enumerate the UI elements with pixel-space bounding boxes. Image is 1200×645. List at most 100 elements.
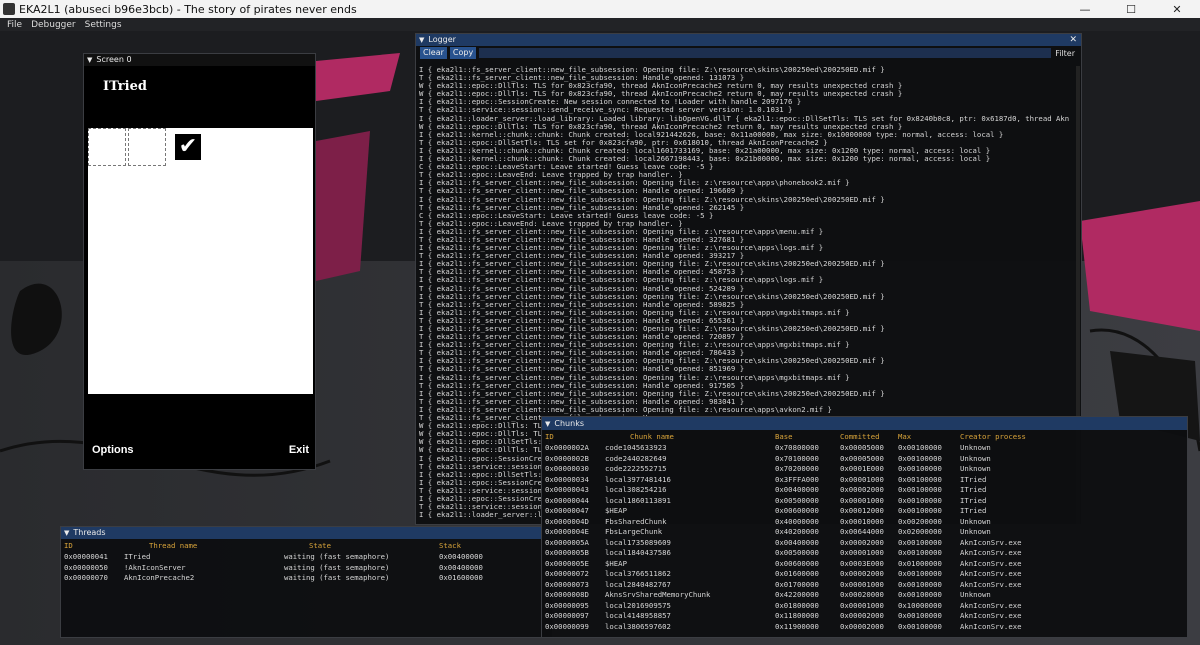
column-header[interactable]: ID [542,430,602,443]
table-row[interactable]: 0x00000070 AknIconPrecache2 waiting (fast … [61,573,552,584]
checkbox-checked-icon[interactable]: ✔ [175,134,201,160]
table-cell: Unknown [960,453,991,463]
clear-button[interactable]: Clear [420,47,447,59]
column-header[interactable]: ID [61,539,121,552]
table-row[interactable]: 0x00000041 ITried waiting (fast semaphore)… [61,552,552,563]
chunks-panel: ▼ Chunks ID Chunk name Base Committed Ma… [541,416,1188,638]
table-cell: 0x00002000 [840,621,884,631]
table-row[interactable]: 0x00000050 !AknIconServer waiting (fast se… [61,563,552,574]
table-cell: waiting (fast semaphore) [284,562,390,572]
copy-button[interactable]: Copy [449,47,477,59]
menu-file[interactable]: File [7,20,22,30]
maximize-button[interactable]: ☐ [1108,0,1154,18]
table-row[interactable]: 0x00000034 local3977481416 0x3FFFA000 0x000… [542,475,1187,486]
table-cell: 0x00005000 [840,453,884,463]
table-cell: 0x00000041 [64,552,108,561]
table-row[interactable]: 0x00000044 local1860113891 0x00500000 0x000… [542,496,1187,507]
table-cell: 0x00002000 [840,569,884,578]
table-cell: Unknown [960,443,991,452]
table-cell: $HEAP [605,558,627,568]
table-cell: 0x0000005B [545,548,589,557]
table-cell: 0x00002000 [840,485,884,494]
grid-cell[interactable] [88,128,126,166]
table-row[interactable]: 0x0000005A local1735089609 0x00400000 0x000… [542,538,1187,549]
table-cell: 0x00100000 [898,621,942,631]
table-row[interactable]: 0x0000004D FbsSharedChunk 0x40000000 0x0001… [542,517,1187,528]
table-cell: 0x01600000 [439,573,483,582]
table-cell: 0x00001000 [840,579,884,589]
table-cell: 0x10000000 [898,600,942,610]
table-row[interactable]: 0x0000005E $HEAP 0x00600000 0x0003E000 0x010… [542,559,1187,570]
table-row[interactable]: 0x00000043 local308254216 0x00400000 0x0000… [542,485,1187,496]
collapse-arrow-icon[interactable]: ▼ [87,54,92,66]
table-row[interactable]: 0x0000004E FbsLargeChunk 0x40200000 0x00644… [542,527,1187,538]
table-cell: 0x0000004D [545,516,589,526]
table-cell: !AknIconServer [124,562,186,572]
table-cell: 0x00600000 [775,558,819,568]
table-cell: FbsSharedChunk [605,516,667,526]
column-header[interactable]: Creator process [957,430,1187,443]
close-window-button[interactable]: ✕ [1154,0,1200,18]
device-screen-area[interactable]: ✔ [88,128,313,394]
window-titlebar: EKA2L1 (abuseci b96e3bcb) - The story of… [0,0,1200,18]
menu-debugger[interactable]: Debugger [31,20,76,30]
filter-input[interactable] [479,48,1052,58]
table-cell: AknsSrvSharedMemoryChunk [605,590,711,599]
screen-panel-title[interactable]: ▼ Screen 0 [84,54,315,66]
table-cell: Unknown [960,516,991,526]
table-cell: waiting (fast semaphore) [284,552,390,561]
collapse-arrow-icon[interactable]: ▼ [64,527,69,539]
column-header[interactable]: Thread name [121,539,281,552]
grid-cell[interactable] [128,128,166,166]
table-cell: 0x00600000 [775,506,819,515]
column-header[interactable]: Committed [837,430,895,443]
table-cell: 0x00000099 [545,621,589,631]
table-row[interactable]: 0x00000030 code2222552715 0x70200000 0x0001… [542,464,1187,475]
table-cell: 0x00100000 [898,569,942,578]
close-icon[interactable]: ✕ [1069,34,1077,46]
table-row[interactable]: 0x00000073 local2840482767 0x01700000 0x000… [542,580,1187,591]
table-cell: AknIconSrv.exe [960,569,1022,578]
chunks-panel-title[interactable]: ▼ Chunks [542,417,1187,430]
table-cell: local2016909575 [605,600,671,610]
column-header[interactable]: Base [772,430,837,443]
table-row[interactable]: 0x0000002B code2440282649 0x70100000 0x0000… [542,454,1187,465]
collapse-arrow-icon[interactable]: ▼ [545,418,550,430]
table-cell: Unknown [960,464,991,473]
table-cell: 0x00100000 [898,495,942,505]
table-cell: 0x00100000 [898,464,942,473]
table-row[interactable]: 0x00000072 local3766511862 0x01600000 0x000… [542,569,1187,580]
table-cell: AknIconSrv.exe [960,579,1022,589]
table-cell: local3766511862 [605,569,671,578]
logger-panel-title[interactable]: ▼ Logger ✕ [416,34,1081,46]
softkey-exit[interactable]: Exit [289,444,309,456]
table-row[interactable]: 0x00000047 $HEAP 0x00600000 0x00012000 0x001… [542,506,1187,517]
menu-settings[interactable]: Settings [85,20,122,30]
threads-panel-title[interactable]: ▼ Threads [61,527,552,539]
table-cell: 0x40000000 [775,516,819,526]
table-row[interactable]: 0x00000099 local3806597602 0x11900000 0x000… [542,622,1187,633]
table-cell: ITried [960,474,987,484]
table-cell: 0x00100000 [898,590,942,599]
app-icon [3,3,15,15]
table-cell: 0x00012000 [840,506,884,515]
table-cell: 0x00100000 [898,548,942,557]
table-row[interactable]: 0x0000008D AknsSrvSharedMemoryChunk 0x4220… [542,590,1187,601]
table-row[interactable]: 0x00000097 local4148958857 0x11800000 0x000… [542,611,1187,622]
table-cell: AknIconSrv.exe [960,548,1022,557]
table-row[interactable]: 0x00000095 local2016909575 0x01800000 0x000… [542,601,1187,612]
table-cell: ITried [960,495,987,505]
table-cell: 0x00400000 [439,562,483,572]
table-cell: 0x00100000 [898,611,942,620]
minimize-button[interactable]: — [1062,0,1108,18]
column-header[interactable]: Chunk name [602,430,772,443]
table-cell: 0x01600000 [775,569,819,578]
column-header[interactable]: State [281,539,436,552]
table-cell: 0x00020000 [840,590,884,599]
column-header[interactable]: Max [895,430,957,443]
table-row[interactable]: 0x0000005B local1840437586 0x00500000 0x000… [542,548,1187,559]
collapse-arrow-icon[interactable]: ▼ [419,34,424,46]
column-header[interactable]: Stack [436,539,552,552]
table-row[interactable]: 0x0000002A code1045633923 0x70800000 0x0000… [542,443,1187,454]
softkey-options[interactable]: Options [92,444,134,456]
